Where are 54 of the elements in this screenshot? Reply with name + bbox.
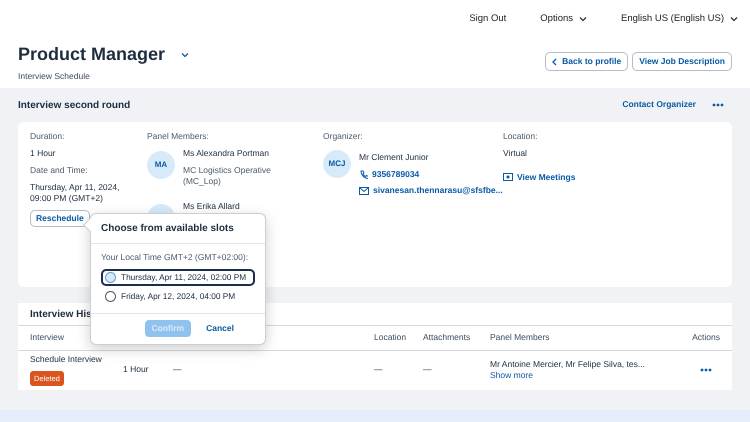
field-label: Panel Members:	[147, 131, 210, 142]
show-more-link[interactable]: Show more	[490, 370, 533, 380]
dropdown-menu-button[interactable]: English US (English US)	[621, 12, 738, 26]
page-title: Product Manager	[18, 44, 166, 66]
table-cell-text: —	[374, 364, 384, 376]
time-slot-option[interactable]: Thursday, Apr 11, 2024, 02:00 PM	[101, 269, 255, 286]
column-header: Interview	[30, 332, 64, 342]
avatar: MCJ	[323, 150, 351, 178]
timezone-label: Your Local Time GMT+2 (GMT+02:00):	[101, 252, 250, 264]
phone-icon	[359, 170, 368, 179]
reschedule-button[interactable]: Reschedule	[30, 210, 90, 227]
field-label: Location:	[503, 131, 538, 142]
contact-organizer-link[interactable]: Contact Organizer	[622, 99, 696, 111]
column-header: Panel Members	[490, 332, 550, 342]
chevron-down-icon[interactable]	[181, 52, 190, 58]
email-link[interactable]: sivanesan.thennarasu@sfsfbe...	[373, 184, 503, 196]
cancel-button[interactable]: Cancel	[199, 320, 241, 338]
table-cell-text: —	[173, 364, 182, 376]
mail-icon	[359, 186, 369, 195]
member-role: MC Logistics Operative (MC_Lop)	[183, 164, 272, 188]
back-button[interactable]: Back to profile	[545, 52, 628, 72]
confirm-button: Confirm	[144, 320, 192, 338]
column-header: Location	[374, 332, 406, 342]
view-meetings-link[interactable]: View Meetings	[517, 172, 576, 183]
avatar: MA	[147, 151, 175, 180]
table-cell-text: —	[423, 364, 432, 376]
field-label: Duration:	[30, 131, 66, 142]
chevron-left-icon	[552, 58, 558, 66]
nav-link[interactable]: Sign Out	[469, 12, 506, 26]
field-label: Date and Time:	[30, 164, 89, 176]
phone-link[interactable]: 9356789034	[372, 168, 420, 180]
dropdown-menu-button[interactable]: Options	[540, 12, 588, 26]
time-slot-option[interactable]: Friday, Apr 12, 2024, 04:00 PM	[101, 288, 255, 306]
column-header: Actions	[692, 332, 720, 342]
organizer-name: Mr Clement Junior	[359, 152, 430, 164]
view-job-description-button[interactable]: View Job Description	[632, 52, 732, 72]
field-label: Organizer:	[323, 131, 364, 142]
column-header: Attachments	[423, 332, 470, 342]
member-name: Ms Erika Allard	[183, 201, 240, 213]
section-title: Interview second round	[18, 98, 130, 112]
radio-button[interactable]	[105, 291, 116, 302]
more-icon[interactable]	[700, 368, 712, 372]
member-name: Ms Alexandra Portman	[183, 148, 270, 160]
field-value: Virtual	[503, 148, 528, 160]
page-subtitle: Interview Schedule	[18, 70, 91, 82]
table-cell-text: Schedule Interview	[30, 354, 103, 365]
radio-button[interactable]	[105, 272, 116, 284]
popover-title: Choose from available slots	[91, 214, 265, 244]
table-cell-text: 1 Hour	[123, 364, 150, 376]
more-icon[interactable]	[712, 102, 724, 107]
table-cell-text: Mr Antoine Mercier, Mr Felipe Silva, tes...	[490, 358, 646, 370]
field-value: 1 Hour	[30, 148, 57, 160]
meeting-icon	[503, 172, 513, 182]
field-value: Thursday, Apr 11, 2024, 09:00 PM (GMT+2)	[30, 182, 120, 204]
